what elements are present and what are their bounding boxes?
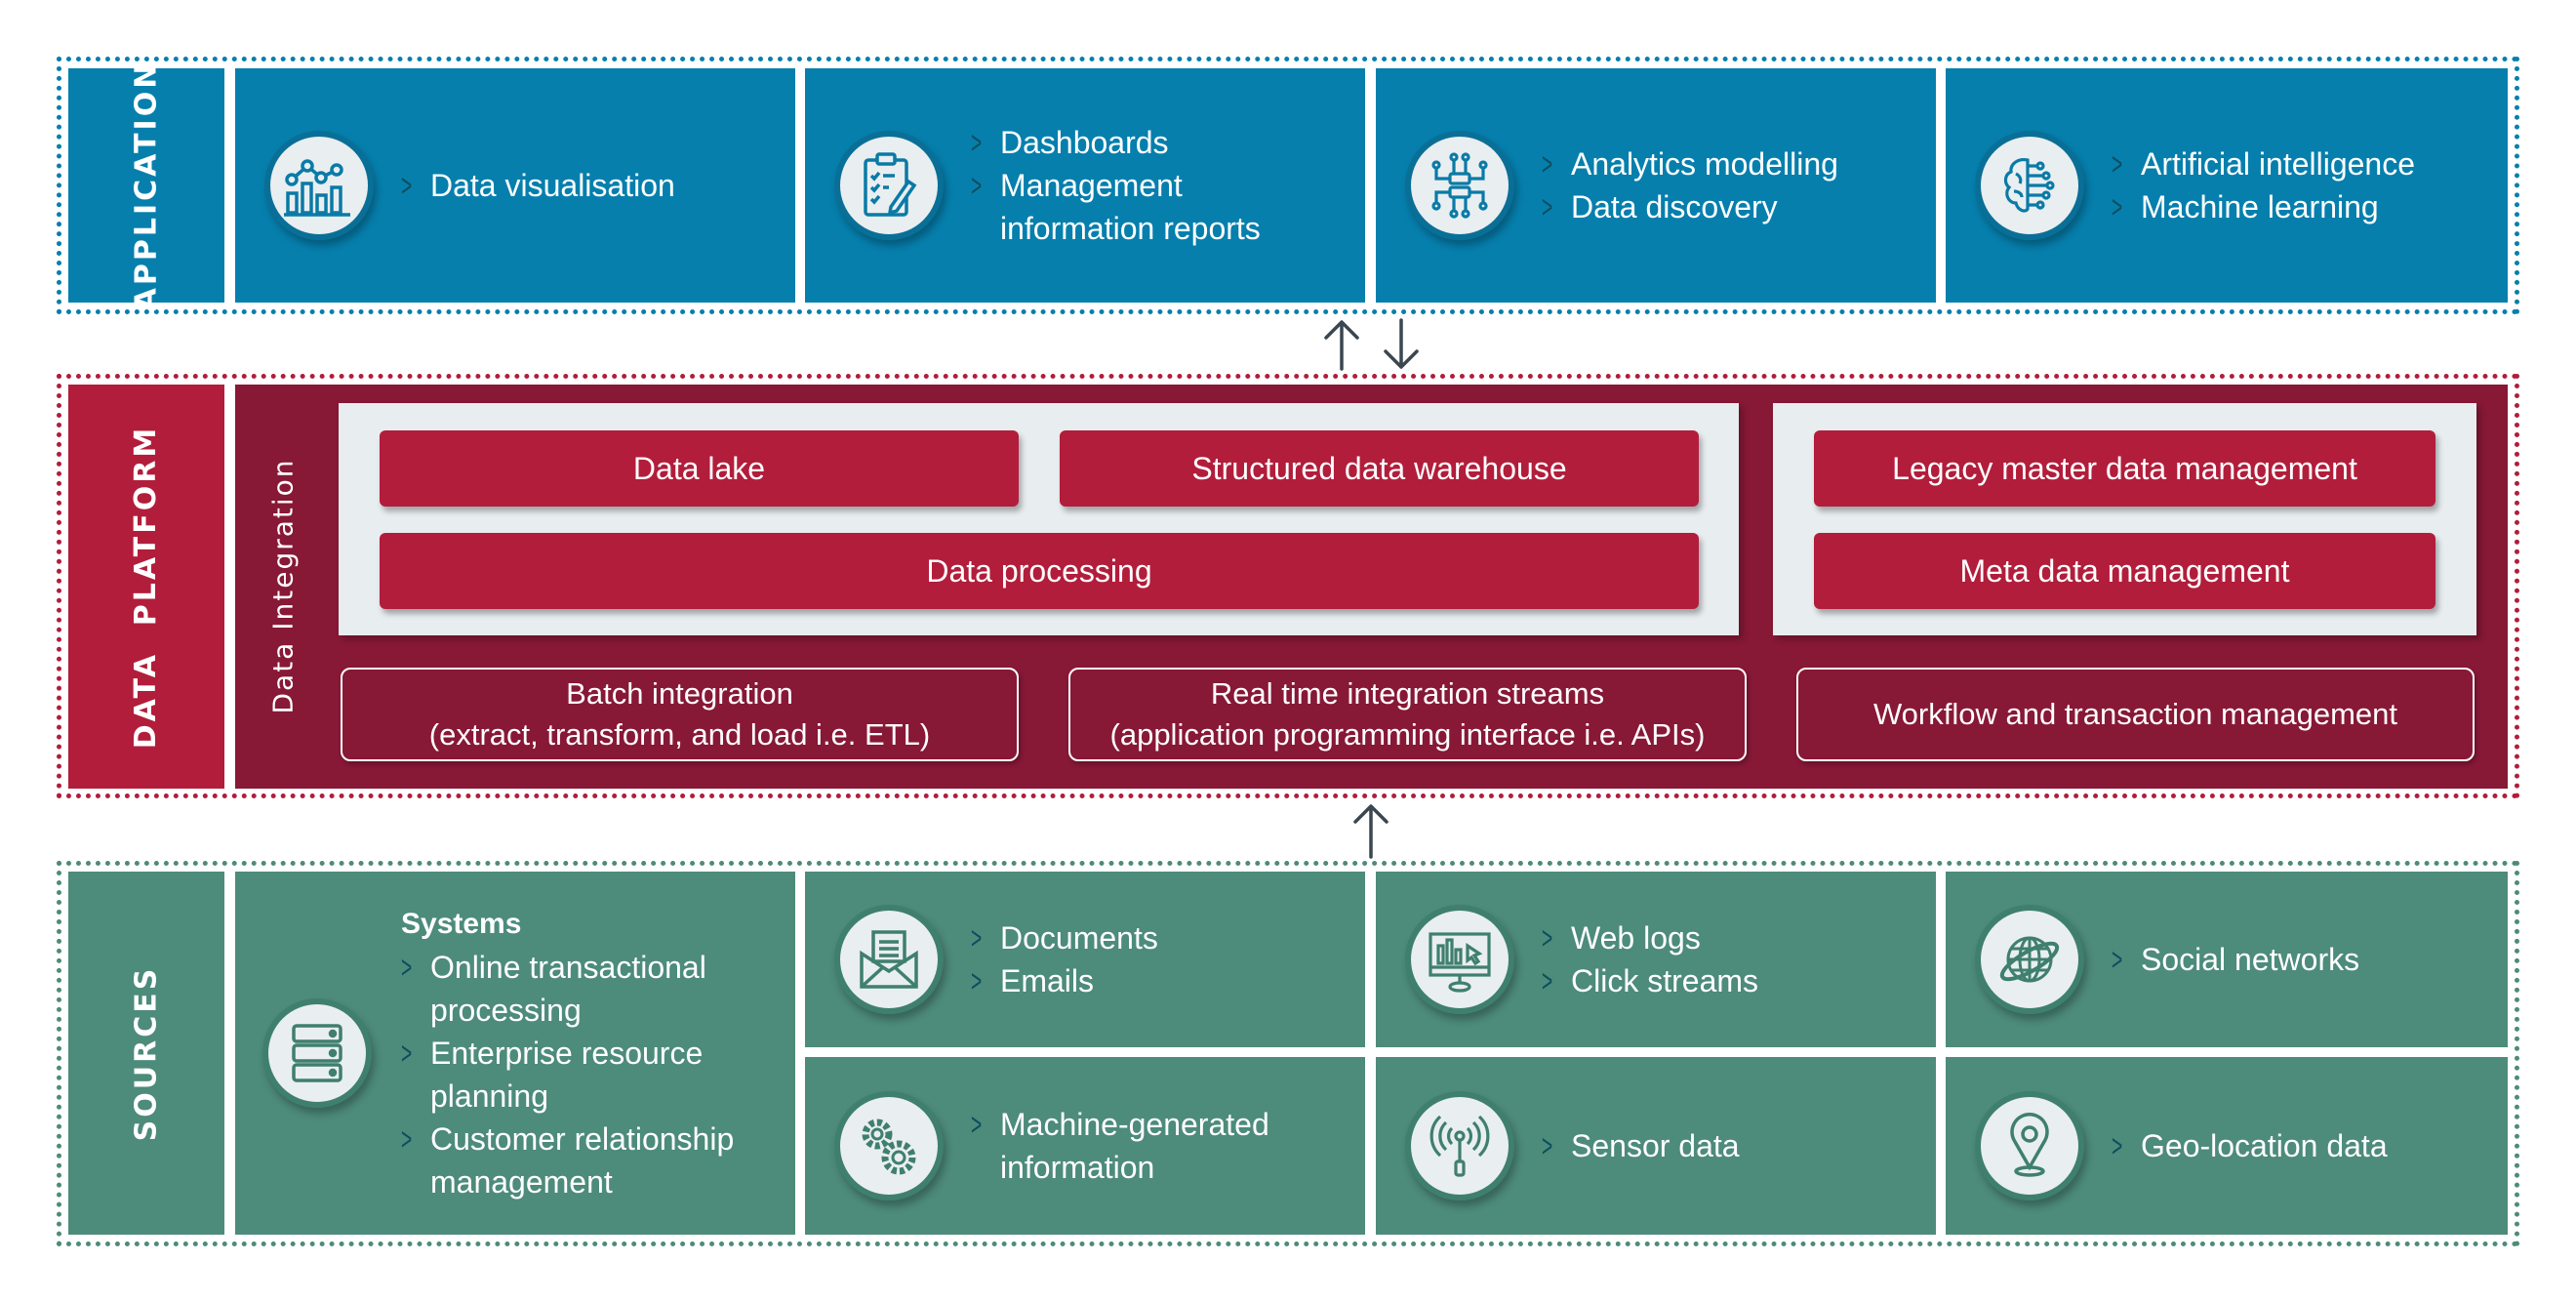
realtime-subtitle: (application programming interface i.e. … [1109, 717, 1706, 752]
sources-label-text: SOURCES [129, 965, 164, 1141]
sources-panel-systems: Systems > Online transactional processing… [235, 872, 795, 1235]
app-panel-analytics: > Analytics modelling > Data discovery [1376, 68, 1936, 303]
data-lake-block: Data lake [380, 430, 1019, 507]
sensor-antenna-icon [1405, 1091, 1514, 1200]
source-items-list: > Social networks [2112, 938, 2359, 981]
list-item: > Data discovery [1542, 185, 1838, 228]
circuit-server-icon [1405, 131, 1514, 240]
envelope-document-icon [834, 905, 944, 1014]
chevron-right-icon: > [401, 1121, 413, 1157]
chevron-right-icon: > [1542, 1128, 1553, 1163]
realtime-title: Real time integration streams [1210, 676, 1605, 711]
app-panel-dashboards: > Dashboards > Management information repo… [805, 68, 1365, 303]
chevron-right-icon: > [2112, 189, 2123, 224]
legacy-mdm-block: Legacy master data management [1814, 430, 2435, 507]
platform-layer-label: DATA PLATFORM [68, 385, 224, 789]
sources-cell-sensor: > Sensor data [1376, 1057, 1936, 1235]
globe-orbit-icon [1975, 905, 2084, 1014]
sources-cell-machine: > Machine-generated information [805, 1057, 1365, 1235]
platform-label-text: DATA PLATFORM [129, 425, 164, 749]
list-item: > Geo-location data [2112, 1124, 2388, 1167]
batch-subtitle: (extract, transform, and load i.e. ETL) [428, 717, 931, 752]
source-items-list: > Geo-location data [2112, 1124, 2388, 1167]
list-item: > Machine learning [2112, 185, 2415, 228]
chevron-right-icon: > [2112, 146, 2123, 182]
systems-list: Systems > Online transactional processing… [401, 903, 762, 1203]
chevron-right-icon: > [1542, 146, 1553, 182]
application-label-text: APPLICATION [129, 61, 164, 310]
app-items-list: > Artificial intelligence > Machine learni… [2112, 142, 2415, 228]
list-item: > Dashboards [971, 121, 1293, 164]
location-pin-icon [1975, 1091, 2084, 1200]
list-item: > Emails [971, 959, 1158, 1002]
brain-circuit-icon [1975, 131, 2084, 240]
source-items-list: > Web logs > Click streams [1542, 916, 1758, 1002]
chevron-right-icon: > [2112, 1128, 2123, 1163]
chevron-right-icon: > [971, 168, 983, 203]
chevron-right-icon: > [971, 125, 983, 160]
list-item: > Documents [971, 916, 1158, 959]
app-items-list: > Dashboards > Management information repo… [971, 121, 1293, 250]
list-item: > Data visualisation [401, 164, 675, 207]
batch-title: Batch integration [566, 676, 793, 711]
sources-cell-social: > Social networks [1946, 872, 2508, 1047]
workflow-block: Workflow and transaction management [1796, 668, 2475, 761]
sources-cell-geolocation: > Geo-location data [1946, 1057, 2508, 1235]
chevron-right-icon: > [1542, 189, 1553, 224]
chevron-right-icon: > [2112, 942, 2123, 977]
chart-analytics-icon [264, 131, 374, 240]
clipboard-checklist-icon [834, 131, 944, 240]
metadata-block: Meta data management [1814, 533, 2435, 609]
list-item: > Social networks [2112, 938, 2359, 981]
list-item: > Sensor data [1542, 1124, 1740, 1167]
source-items-list: > Sensor data [1542, 1124, 1740, 1167]
chevron-right-icon: > [971, 963, 983, 998]
arrow-up-icon [1353, 804, 1389, 859]
list-item: > Machine-generated information [971, 1103, 1293, 1189]
list-item: > Customer relationship management [401, 1118, 762, 1203]
sources-layer-label: SOURCES [68, 872, 224, 1235]
app-panel-data-visualisation: > Data visualisation [235, 68, 795, 303]
source-items-list: > Documents > Emails [971, 916, 1158, 1002]
chevron-right-icon: > [401, 1036, 413, 1071]
list-item: > Click streams [1542, 959, 1758, 1002]
application-layer-label: APPLICATION [68, 61, 224, 310]
app-items-list: > Analytics modelling > Data discovery [1542, 142, 1838, 228]
list-item: > Analytics modelling [1542, 142, 1838, 185]
chevron-right-icon: > [1542, 920, 1553, 956]
data-processing-block: Data processing [380, 533, 1699, 609]
list-item: > Artificial intelligence [2112, 142, 2415, 185]
gears-icon [834, 1091, 944, 1200]
list-item: > Online transactional processing [401, 946, 762, 1032]
list-item: > Management information reports [971, 164, 1293, 250]
chevron-right-icon: > [401, 168, 413, 203]
chevron-right-icon: > [1542, 963, 1553, 998]
app-panel-ai: > Artificial intelligence > Machine learni… [1946, 68, 2508, 303]
data-warehouse-block: Structured data warehouse [1060, 430, 1699, 507]
server-stack-icon [262, 998, 372, 1108]
source-items-list: > Machine-generated information [971, 1103, 1293, 1189]
chevron-right-icon: > [971, 920, 983, 956]
chevron-right-icon: > [401, 950, 413, 985]
list-item: > Enterprise resource planning [401, 1032, 762, 1118]
chevron-right-icon: > [971, 1107, 983, 1142]
arrow-down-icon [1384, 318, 1419, 369]
batch-integration-block: Batch integration (extract, transform, a… [341, 668, 1019, 761]
realtime-integration-block: Real time integration streams (applicati… [1068, 668, 1747, 761]
app-items-list: > Data visualisation [401, 164, 675, 207]
sources-cell-weblogs: > Web logs > Click streams [1376, 872, 1936, 1047]
systems-title: Systems [401, 908, 522, 940]
sources-cell-documents: > Documents > Emails [805, 872, 1365, 1047]
monitor-chart-icon [1405, 905, 1514, 1014]
list-item: > Web logs [1542, 916, 1758, 959]
data-integration-label: Data Integration [266, 457, 300, 714]
arrow-up-icon [1324, 320, 1359, 371]
workflow-title: Workflow and transaction management [1872, 697, 2398, 731]
